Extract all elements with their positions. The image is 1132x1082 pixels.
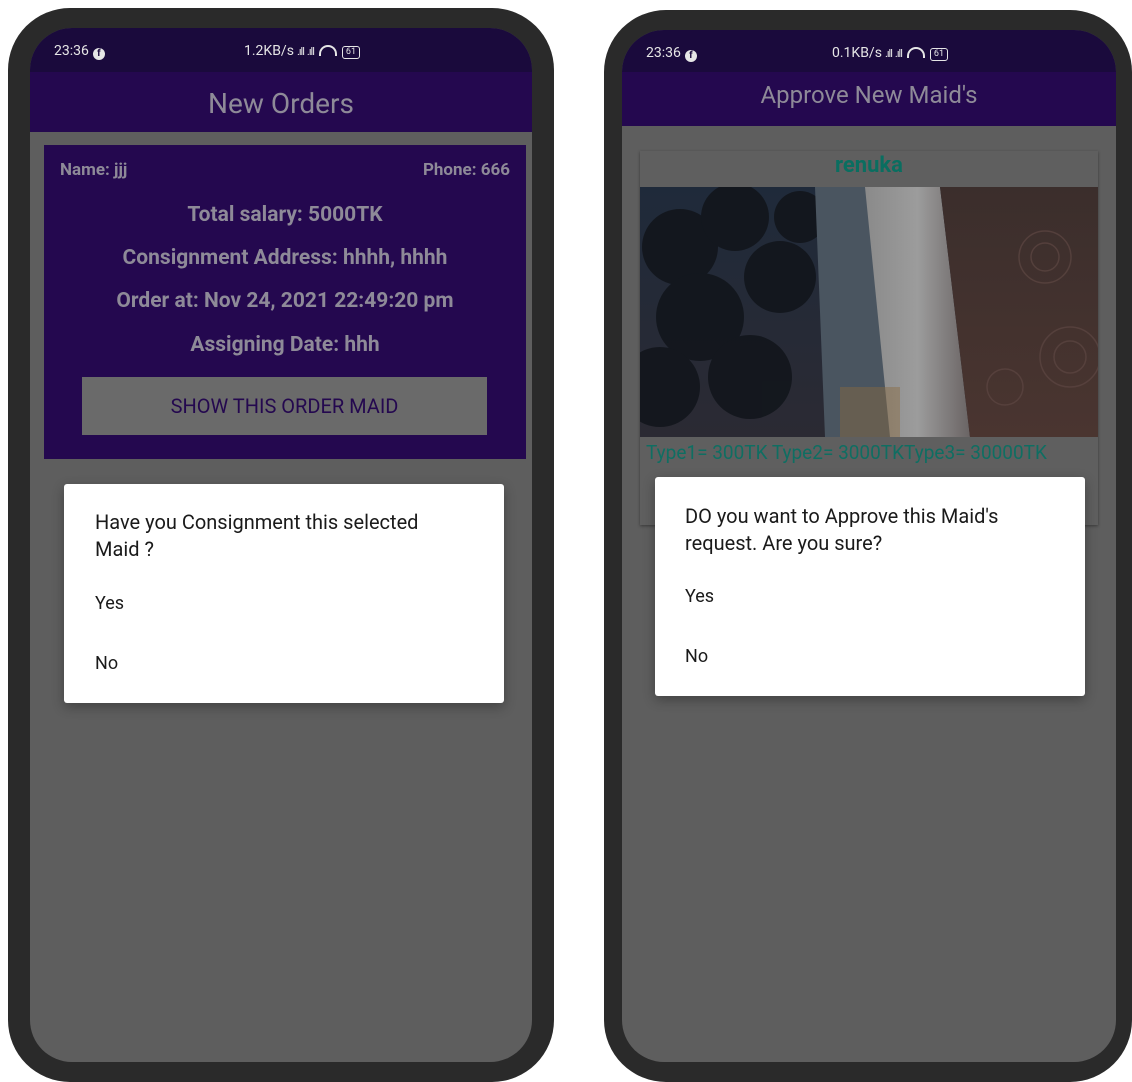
order-name: Name: jjj	[60, 160, 128, 180]
status-bar: 23:36 f 1.2KB/s .ıll .ıll 61	[30, 28, 532, 72]
wifi-icon	[318, 45, 337, 56]
order-assigning-date: Assigning Date: hhh	[190, 333, 380, 357]
signal-icon: .ıll	[296, 45, 305, 58]
dialog-no-option[interactable]: No	[685, 646, 708, 667]
app-bar: New Orders	[30, 72, 532, 132]
show-order-maid-button[interactable]: SHOW THIS ORDER MAID	[82, 377, 487, 435]
battery-icon: 61	[929, 48, 949, 61]
maid-types-prices: Type1= 300TK Type2= 3000TKType3= 30000TK	[646, 441, 1047, 464]
wifi-icon	[906, 47, 925, 58]
facebook-icon: f	[684, 50, 697, 62]
dialog-yes-option[interactable]: Yes	[685, 586, 714, 607]
order-salary: Total salary: 5000TK	[187, 203, 383, 227]
network-speed: 1.2KB/s	[244, 43, 294, 59]
battery-icon: 61	[341, 46, 361, 59]
maid-name: renuka	[835, 153, 903, 178]
maid-card[interactable]: renuka Type1= 300TK Type2= 3000TKType3= …	[640, 151, 1098, 525]
dialog-title: DO you want to Approve this Maid's reque…	[685, 504, 999, 555]
maid-photo-image	[640, 187, 1098, 437]
dialog-yes-option[interactable]: Yes	[95, 593, 124, 614]
right-screen: 23:36 f 0.1KB/s .ıll .ıll 61 Approve New Mai…	[622, 30, 1116, 1062]
signal-icon: .ıll	[884, 47, 893, 60]
signal-icon-2: .ıll	[894, 47, 903, 60]
maid-photo	[640, 187, 1098, 437]
left-screen: 23:36 f 1.2KB/s .ıll .ıll 61 New Orders Name…	[30, 28, 532, 1062]
signal-icon-2: .ıll	[306, 45, 315, 58]
status-time: 23:36	[646, 45, 681, 61]
order-address: Consignment Address: hhhh, hhhh	[122, 246, 448, 270]
consignment-dialog: Have you Consignment this selected Maid …	[64, 484, 504, 703]
order-card: Name: jjj Phone: 666 Total salary: 5000T…	[44, 145, 526, 459]
app-bar: Approve New Maid's	[622, 72, 1116, 126]
right-phone-frame: 23:36 f 0.1KB/s .ıll .ıll 61 Approve New Mai…	[604, 10, 1132, 1082]
network-speed: 0.1KB/s	[832, 45, 882, 61]
status-time: 23:36	[54, 43, 89, 59]
dialog-no-option[interactable]: No	[95, 653, 118, 674]
status-bar: 23:36 f 0.1KB/s .ıll .ıll 61	[622, 30, 1116, 72]
facebook-icon: f	[92, 48, 105, 60]
page-title: New Orders	[208, 87, 354, 120]
dialog-title: Have you Consignment this selected Maid …	[95, 510, 419, 561]
order-date: Order at: Nov 24, 2021 22:49:20 pm	[116, 289, 454, 313]
approve-dialog: DO you want to Approve this Maid's reque…	[655, 477, 1085, 696]
page-title: Approve New Maid's	[760, 81, 978, 109]
left-phone-frame: 23:36 f 1.2KB/s .ıll .ıll 61 New Orders Name…	[8, 8, 554, 1082]
order-phone: Phone: 666	[422, 160, 510, 180]
